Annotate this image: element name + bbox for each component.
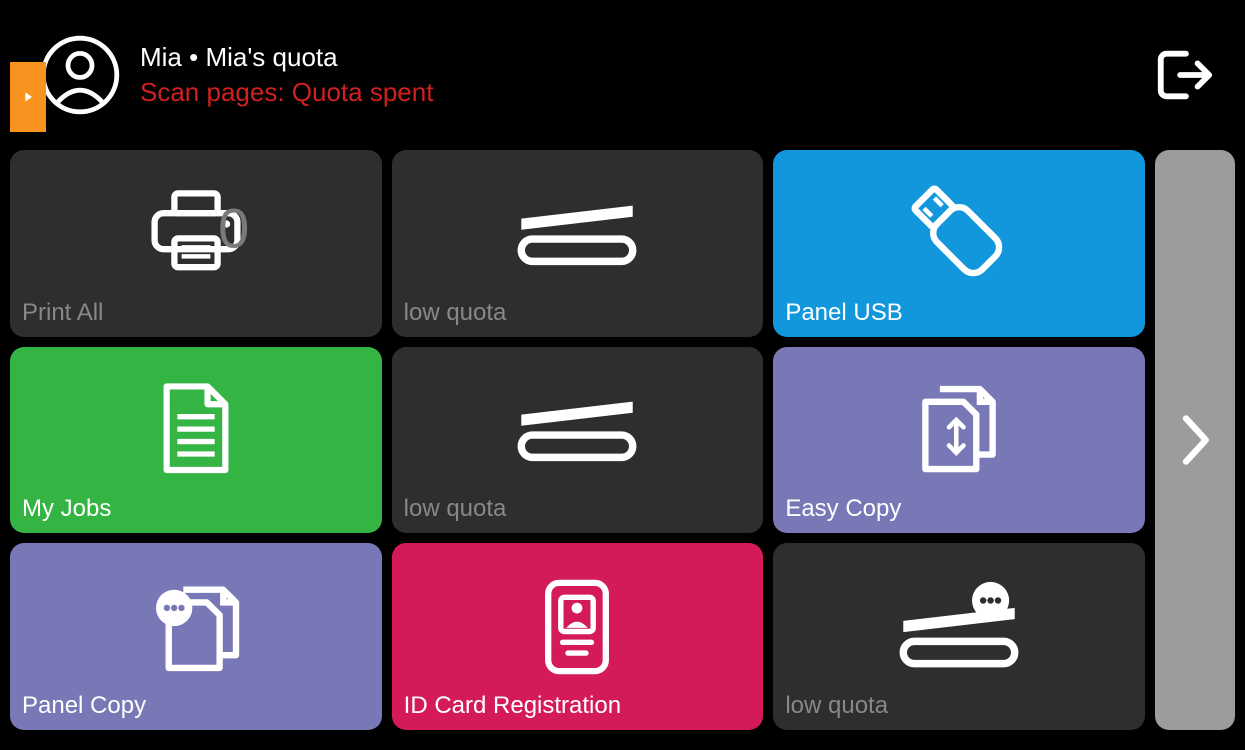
id-card-icon <box>541 577 613 677</box>
panel-copy-icon <box>141 577 251 677</box>
tile-scan-b[interactable]: low quota <box>392 347 764 534</box>
play-icon <box>20 89 36 105</box>
tile-label: low quota <box>404 495 507 523</box>
tile-label: Panel Copy <box>22 692 146 720</box>
tile-label: Panel USB <box>785 299 902 327</box>
usb-icon <box>904 183 1014 283</box>
easy-copy-icon <box>909 380 1009 480</box>
main: 0 Print All low quota <box>0 150 1245 740</box>
tile-label: low quota <box>785 692 888 720</box>
scanner-icon <box>512 183 642 283</box>
tile-label: low quota <box>404 299 507 327</box>
tile-label: My Jobs <box>22 495 111 523</box>
user-quota-line: Mia • Mia's quota <box>140 42 1153 73</box>
scanner-icon <box>512 380 642 480</box>
chevron-right-icon <box>1177 413 1213 467</box>
tile-panel-copy[interactable]: Panel Copy <box>10 543 382 730</box>
document-icon <box>156 380 236 480</box>
tile-panel-usb[interactable]: Panel USB <box>773 150 1145 337</box>
logout-button[interactable] <box>1153 44 1215 106</box>
tile-scan-a[interactable]: low quota <box>392 150 764 337</box>
tile-label: Print All <box>22 299 103 327</box>
tile-my-jobs[interactable]: My Jobs <box>10 347 382 534</box>
tile-scan-c[interactable]: low quota <box>773 543 1145 730</box>
logout-icon <box>1153 44 1215 106</box>
scanner-more-icon <box>894 577 1024 677</box>
tile-id-card-registration[interactable]: ID Card Registration <box>392 543 764 730</box>
header: Mia • Mia's quota Scan pages: Quota spen… <box>0 0 1245 150</box>
user-avatar-icon[interactable] <box>40 35 120 115</box>
menu-tab[interactable] <box>10 62 46 132</box>
user-block: Mia • Mia's quota Scan pages: Quota spen… <box>140 42 1153 108</box>
next-page-button[interactable] <box>1155 150 1235 730</box>
tile-label: Easy Copy <box>785 495 901 523</box>
tile-label: ID Card Registration <box>404 692 621 720</box>
status-line: Scan pages: Quota spent <box>140 77 1153 108</box>
print-count: 0 <box>218 196 249 261</box>
tile-easy-copy[interactable]: Easy Copy <box>773 347 1145 534</box>
tile-grid: 0 Print All low quota <box>0 150 1155 730</box>
tile-print-all[interactable]: 0 Print All <box>10 150 382 337</box>
